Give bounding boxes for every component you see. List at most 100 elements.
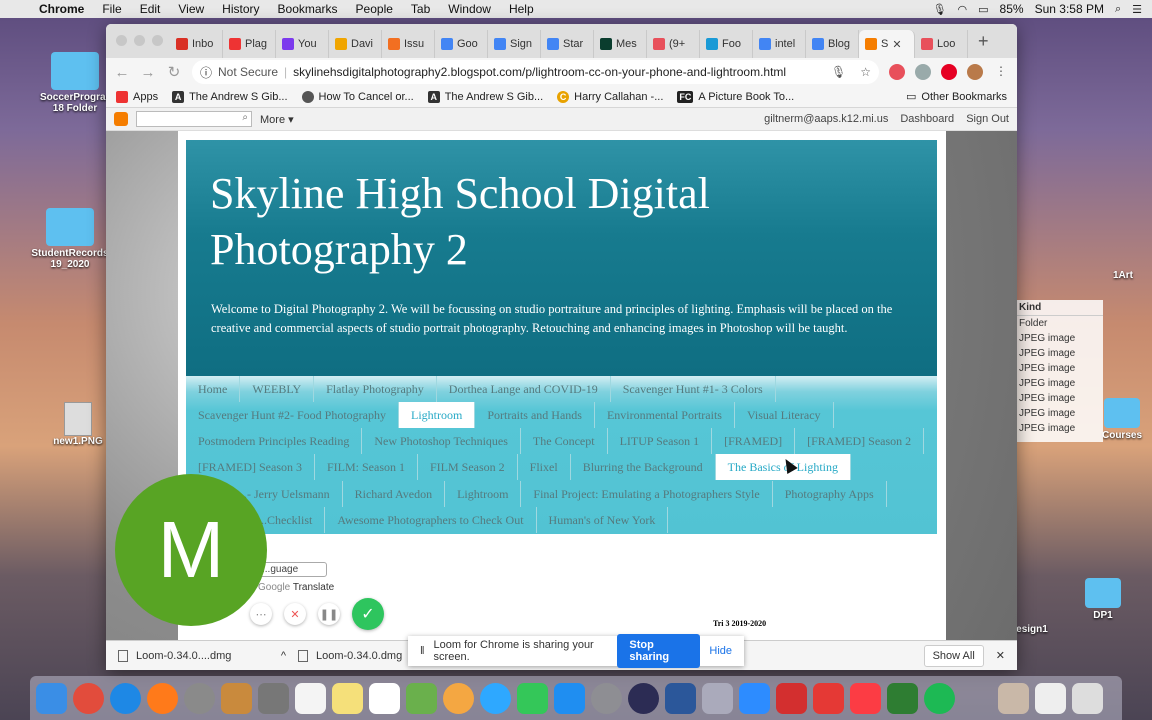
- bookmark-star-icon[interactable]: ☆: [860, 65, 871, 79]
- tab-sign-in[interactable]: Sign: [488, 30, 541, 58]
- page-link[interactable]: The Concept: [521, 428, 608, 454]
- chrome-icon[interactable]: [73, 682, 104, 714]
- page-link[interactable]: Human's of New York: [537, 507, 669, 533]
- page-link[interactable]: New Photoshop Techniques: [362, 428, 521, 454]
- profile-avatar[interactable]: [967, 64, 983, 80]
- finder-row[interactable]: JPEG image: [1017, 406, 1103, 421]
- url-text[interactable]: skylinehsdigitalphotography2.blogspot.co…: [293, 65, 786, 79]
- finder-kind-header[interactable]: Kind: [1017, 300, 1103, 316]
- info-icon[interactable]: ⓘ: [200, 64, 212, 81]
- launchpad-icon[interactable]: [184, 682, 215, 714]
- more-options-icon[interactable]: ⋯: [250, 603, 272, 625]
- wifi-icon[interactable]: ◠: [958, 3, 968, 16]
- page-link[interactable]: Awesome Photographers to Check Out: [325, 507, 537, 533]
- bookmark-harry-callahan[interactable]: C Harry Callahan -...: [557, 90, 663, 103]
- menu-app-name[interactable]: Chrome: [30, 2, 93, 16]
- close-window-button[interactable]: [116, 35, 127, 46]
- page-link[interactable]: Postmodern Principles Reading: [186, 428, 363, 454]
- close-tab-icon[interactable]: ✕: [892, 38, 901, 51]
- bookmark-how-to-cancel[interactable]: How To Cancel or...: [301, 90, 414, 103]
- tab-messages[interactable]: Mes: [594, 30, 647, 58]
- spotlight-search-icon[interactable]: ⌕: [1115, 3, 1121, 16]
- maps-icon[interactable]: [406, 682, 437, 714]
- new-tab-button[interactable]: +: [968, 31, 999, 58]
- menu-help[interactable]: Help: [500, 2, 543, 16]
- tab-notifications[interactable]: (9+: [647, 30, 700, 58]
- reload-icon[interactable]: ↻: [166, 63, 182, 81]
- finder-icon[interactable]: [36, 682, 67, 714]
- menu-bookmarks[interactable]: Bookmarks: [269, 2, 347, 16]
- page-link[interactable]: Visual Literacy: [735, 402, 834, 428]
- rb-app-icon[interactable]: [813, 682, 844, 714]
- page-link[interactable]: Scavenger Hunt #1- 3 Colors: [611, 376, 776, 402]
- tab-intel[interactable]: intel: [753, 30, 806, 58]
- b-app-icon[interactable]: [628, 682, 659, 714]
- tab-skyline-active[interactable]: S ✕: [859, 30, 915, 58]
- chrome-menu-icon[interactable]: ⋮: [993, 64, 1009, 80]
- firefox-icon[interactable]: [147, 682, 178, 714]
- dashboard-link[interactable]: Dashboard: [900, 113, 954, 125]
- desktop-folder-student-records[interactable]: StudentRecords 19_2020: [30, 208, 110, 270]
- sign-out-link[interactable]: Sign Out: [966, 113, 1009, 125]
- downloads-stack-icon[interactable]: [1035, 682, 1066, 714]
- tab-youtube[interactable]: You: [276, 30, 329, 58]
- messages-icon[interactable]: [480, 682, 511, 714]
- tab-gmail[interactable]: Inbo: [170, 30, 223, 58]
- menu-window[interactable]: Window: [439, 2, 500, 16]
- desktop-folder-courses[interactable]: Courses: [1098, 398, 1146, 441]
- menu-history[interactable]: History: [213, 2, 268, 16]
- system-preferences-icon[interactable]: [591, 682, 622, 714]
- page-link[interactable]: Flatlay Photography: [314, 376, 437, 402]
- page-link[interactable]: Photography Apps: [773, 481, 887, 507]
- language-select[interactable]: ...guage: [257, 562, 327, 577]
- page-link[interactable]: Portraits and Hands: [475, 402, 595, 428]
- tab-loom[interactable]: Loo: [915, 30, 968, 58]
- tab-star[interactable]: Star: [541, 30, 594, 58]
- finder-row[interactable]: Folder: [1017, 316, 1103, 331]
- menu-tab[interactable]: Tab: [402, 2, 439, 16]
- finder-row[interactable]: JPEG image: [1017, 421, 1103, 436]
- tab-blog[interactable]: Blog: [806, 30, 859, 58]
- desktop-folder-dp1[interactable]: DP1: [1080, 578, 1126, 621]
- safari-icon[interactable]: [110, 682, 141, 714]
- loom-camera-avatar[interactable]: M: [115, 474, 267, 626]
- back-arrow-icon[interactable]: ←: [114, 64, 130, 81]
- more-menu[interactable]: More ▾: [260, 113, 294, 126]
- finder-row[interactable]: JPEG image: [1017, 391, 1103, 406]
- pause-recording-icon[interactable]: ❚❚: [318, 603, 340, 625]
- search-icon[interactable]: ⌕: [242, 112, 248, 123]
- tab-david[interactable]: Davi: [329, 30, 382, 58]
- chevron-up-icon[interactable]: ^: [281, 650, 286, 662]
- notes-folder-icon[interactable]: [221, 682, 252, 714]
- recent-document-icon[interactable]: [998, 682, 1029, 714]
- show-all-downloads-button[interactable]: Show All: [923, 644, 984, 667]
- desktop-folder-1art[interactable]: 1Art: [1100, 270, 1146, 281]
- drag-handle-icon[interactable]: ‖: [420, 645, 425, 657]
- menu-people[interactable]: People: [347, 2, 402, 16]
- notification-center-icon[interactable]: ☰: [1132, 3, 1142, 16]
- menu-file[interactable]: File: [93, 2, 130, 16]
- cancel-recording-icon[interactable]: ✕: [284, 603, 306, 625]
- zoom-window-button[interactable]: [152, 35, 163, 46]
- blogger-logo-icon[interactable]: [114, 112, 128, 126]
- desktop-file-new1[interactable]: new1.PNG: [52, 402, 104, 447]
- desktop-folder-design1[interactable]: esign1: [1012, 624, 1052, 635]
- calendar-icon[interactable]: [295, 682, 326, 714]
- acrobat-icon[interactable]: [776, 682, 807, 714]
- bookmark-apps[interactable]: Apps: [116, 90, 158, 103]
- microphone-icon[interactable]: 🎙: [831, 65, 846, 79]
- notes-icon[interactable]: [332, 682, 363, 714]
- stop-sharing-button[interactable]: Stop sharing: [617, 634, 701, 668]
- grid-extension-icon[interactable]: [915, 64, 931, 80]
- facetime-icon[interactable]: [517, 682, 548, 714]
- finder-row[interactable]: JPEG image: [1017, 361, 1103, 376]
- finish-recording-icon[interactable]: ✓: [352, 598, 384, 630]
- page-link[interactable]: Scavenger Hunt #2- Food Photography: [186, 402, 399, 428]
- hide-button[interactable]: Hide: [709, 645, 732, 657]
- page-link[interactable]: FILM Season 2: [418, 454, 518, 480]
- page-link[interactable]: WEEBLY: [240, 376, 315, 402]
- finder-row[interactable]: JPEG image: [1017, 331, 1103, 346]
- reminders-icon[interactable]: [369, 682, 400, 714]
- address-bar[interactable]: ⓘ Not Secure | skylinehsdigitalphotograp…: [192, 60, 879, 84]
- blog-search-input[interactable]: ⌕: [136, 111, 252, 127]
